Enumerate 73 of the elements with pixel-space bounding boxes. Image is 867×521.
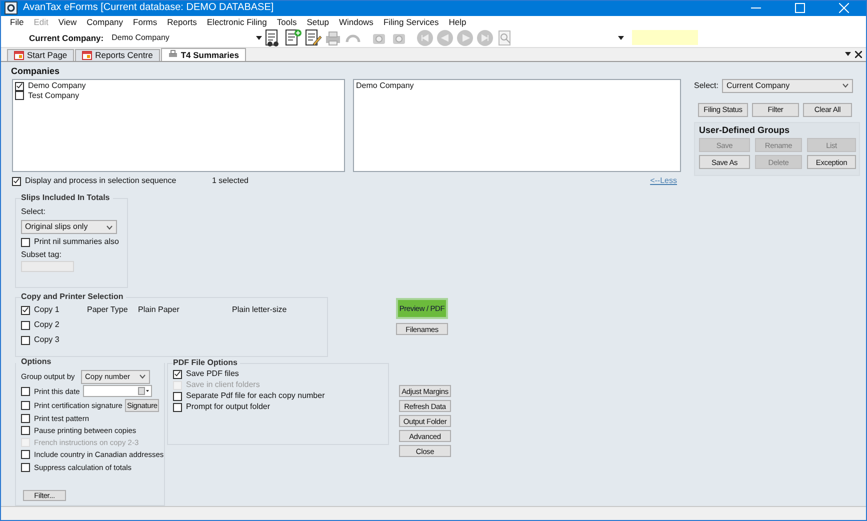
select-dropdown[interactable]: Original slips only (21, 220, 117, 234)
dropdown-arrow-icon (618, 36, 624, 40)
calendar-icon (138, 387, 149, 396)
tab[interactable]: Reports Centre (75, 48, 160, 61)
checkbox[interactable] (21, 306, 30, 315)
menu-item[interactable]: View (53, 17, 82, 28)
checkbox-label: Save PDF files (186, 369, 239, 379)
window-icon (14, 50, 24, 60)
checkbox[interactable] (21, 450, 30, 460)
input-field[interactable] (21, 261, 74, 272)
checkbox[interactable] (21, 414, 30, 423)
field-label: Current Company: (29, 32, 104, 43)
input-field[interactable] (632, 30, 698, 46)
tab[interactable]: T4 Summaries (160, 48, 246, 61)
section-title: Companies (11, 66, 61, 76)
edit-document-icon[interactable] (304, 28, 322, 47)
menu-item[interactable]: Electronic Filing (202, 17, 272, 28)
field-label: Select: (694, 80, 718, 90)
checkbox[interactable] (21, 320, 30, 330)
menu-item[interactable]: Windows (334, 17, 378, 28)
add-document-icon[interactable] (284, 28, 302, 47)
dropdown-arrow-icon[interactable] (845, 52, 851, 56)
date-field[interactable] (82, 385, 152, 398)
checkbox[interactable] (21, 400, 30, 410)
checkbox[interactable] (21, 426, 30, 436)
checkbox[interactable] (21, 336, 30, 345)
window-icon (82, 50, 92, 60)
selection-count: 1 selected (212, 176, 250, 186)
menu-item[interactable]: Help (444, 17, 472, 28)
checkbox[interactable] (173, 392, 182, 401)
checkbox-label: Print nil summaries also (34, 237, 119, 247)
group-title: User-Defined Groups (699, 124, 791, 136)
dropdown-arrow-icon (256, 36, 262, 40)
checkbox-label: Save in client folders (186, 380, 260, 390)
close-icon[interactable] (855, 50, 862, 58)
selected-company-list[interactable]: Demo Company (353, 79, 681, 172)
group-title: PDF File Options (173, 358, 240, 368)
menu-item[interactable]: Tools (272, 17, 302, 28)
checkbox[interactable] (21, 386, 30, 396)
checkbox[interactable] (173, 370, 182, 379)
maximize-icon[interactable] (795, 3, 805, 14)
window-title: AvanTax eForms [Current database: DEMO DATABASE] (22, 2, 275, 14)
checkbox[interactable] (12, 176, 21, 186)
menu-item[interactable]: Reports (162, 17, 202, 28)
field-label: Paper Type (87, 305, 129, 315)
menu-item[interactable]: File (5, 17, 29, 28)
group-title: Slips Included In Totals (21, 193, 113, 203)
menu-item[interactable]: Filing Services (378, 17, 444, 28)
checkbox-label: Separate Pdf file for each copy number (186, 391, 325, 401)
group-title: Copy and Printer Selection (21, 292, 126, 302)
field-label: Select: (21, 206, 46, 216)
select-dropdown[interactable]: Current Company (722, 78, 854, 93)
checkbox[interactable] (21, 462, 30, 472)
checkbox-label: Display and process in selection sequence (25, 176, 176, 186)
checkbox[interactable] (173, 402, 182, 412)
field-value: Plain letter-size (232, 305, 287, 315)
menu-item[interactable]: Company (82, 17, 128, 28)
field-label: Subset tag: (21, 250, 62, 260)
list-item[interactable]: Demo Company (356, 81, 678, 92)
list-item[interactable]: Test Company (28, 91, 80, 101)
menu-item[interactable]: Forms (128, 17, 162, 28)
checkbox-label: Copy 1 (34, 305, 60, 315)
company-list[interactable]: Demo Company Test Company (12, 79, 345, 172)
checkbox[interactable] (15, 91, 24, 100)
checkbox-label: Copy 3 (34, 335, 60, 345)
field-value: Plain Paper (138, 305, 180, 315)
checkbox[interactable] (21, 238, 30, 247)
checkbox-label: Copy 2 (34, 320, 60, 330)
tab[interactable]: Start Page (7, 48, 74, 61)
checkbox-label: Prompt for output folder (186, 402, 270, 412)
checkbox[interactable] (15, 82, 24, 91)
list-item[interactable]: Demo Company (28, 81, 86, 92)
menu-item[interactable]: Setup (302, 17, 334, 28)
